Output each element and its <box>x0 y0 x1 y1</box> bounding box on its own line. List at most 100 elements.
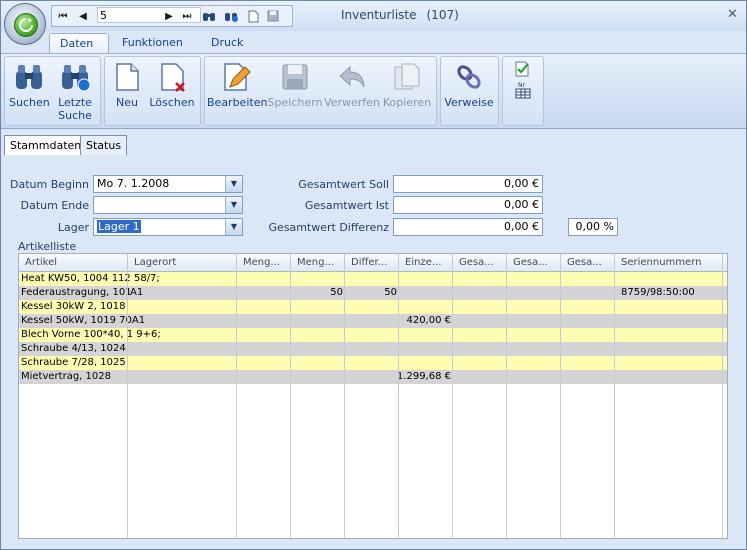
chevron-down-icon[interactable]: ▼ <box>225 176 242 192</box>
binoculars-icon[interactable] <box>202 8 216 24</box>
table-row[interactable]: Schraube 7/28, 1025 <box>19 356 727 370</box>
last-search-label-1: Letzte <box>58 96 92 109</box>
column-divider <box>614 271 615 538</box>
last-record-button[interactable]: ⏭ <box>180 8 194 24</box>
col-gesamt-2[interactable]: Gesa... <box>507 254 561 271</box>
table-row[interactable]: Kessel 50kW, 1019 70A1 420,00 € <box>19 314 727 328</box>
datum-ende-field[interactable]: ▼ <box>93 196 243 214</box>
search-button[interactable]: Suchen <box>9 61 50 109</box>
column-divider <box>236 271 237 538</box>
save-button[interactable]: Speichern <box>267 61 323 109</box>
last-search-button[interactable]: Letzte Suche <box>55 61 95 122</box>
table-row[interactable]: Schraube 4/13, 1024 <box>19 342 727 356</box>
col-gesamt-1[interactable]: Gesa... <box>453 254 507 271</box>
differenz-label: Gesamtwert Differenz <box>268 221 389 234</box>
master-data-form: Datum Beginn Mo 7. 1.2008 ▼ Datum Ende ▼… <box>1 155 746 549</box>
tab-stammdaten[interactable]: Stammdaten <box>4 135 88 156</box>
cell-lagerort: A1 <box>130 287 144 298</box>
refresh-icon <box>14 13 38 37</box>
table-row[interactable]: Federaustragung, 101 A1 50 50 8759/98:50… <box>19 286 727 300</box>
table-row[interactable]: Blech Vorne 100*40, 1 9+6; <box>19 328 727 342</box>
column-divider <box>560 271 561 538</box>
first-record-button[interactable]: ⏮ <box>56 8 70 24</box>
table-row[interactable]: Kessel 30kW 2, 1018 <box>19 300 727 314</box>
new-document-icon[interactable] <box>246 8 260 24</box>
ist-label: Gesamtwert Ist <box>304 199 389 212</box>
edit-button[interactable]: Bearbeiten <box>207 61 268 109</box>
binoculars-icon <box>16 65 42 89</box>
col-menge-1[interactable]: Meng... <box>237 254 291 271</box>
soll-label: Gesamtwert Soll <box>298 178 389 191</box>
col-seriennummern[interactable]: Seriennummern <box>615 254 723 271</box>
column-divider <box>344 271 345 538</box>
ribbon: Suchen Letzte Suche Neu Löschen Bearbeit… <box>1 53 746 129</box>
datum-beginn-label: Datum Beginn <box>9 178 89 191</box>
copy-icon <box>394 63 420 90</box>
chain-link-icon <box>457 65 481 89</box>
delete-label: Löschen <box>149 96 195 109</box>
record-count: (107) <box>426 8 459 22</box>
next-record-button-glyph[interactable]: ▶ <box>162 8 176 24</box>
tab-daten[interactable]: Daten <box>49 33 109 54</box>
table-row[interactable]: Heat KW50, 1004 112 58/7; <box>19 272 727 286</box>
close-icon[interactable]: ✕ <box>727 7 738 22</box>
datum-ende-label: Datum Ende <box>20 199 89 212</box>
group-extra: Nr <box>502 56 544 126</box>
grid-header: Artikel Lagerort Meng... Meng... Differ.… <box>19 254 727 272</box>
col-menge-2[interactable]: Meng... <box>291 254 345 271</box>
binoculars-recent-icon <box>62 65 91 92</box>
title-text: Inventurliste <box>341 8 417 22</box>
differenz-field[interactable]: 0,00 € <box>393 218 543 236</box>
col-einzelpreis[interactable]: Einze... <box>399 254 453 271</box>
new-label: Neu <box>116 96 138 109</box>
edit-document-icon <box>224 63 251 91</box>
datum-beginn-field[interactable]: Mo 7. 1.2008 ▼ <box>93 175 243 193</box>
discard-button[interactable]: Verwerfen <box>324 61 380 109</box>
record-tabs: Stammdaten Status <box>1 133 746 156</box>
differenz-percent-field[interactable]: 0,00 % <box>568 218 618 236</box>
column-divider <box>506 271 507 538</box>
column-divider <box>398 271 399 538</box>
references-button[interactable]: Verweise <box>443 61 495 109</box>
delete-button[interactable]: Löschen <box>149 61 195 109</box>
ist-field[interactable]: 0,00 € <box>393 196 543 214</box>
copy-button[interactable]: Kopieren <box>382 61 432 109</box>
title-bar: ⏮ ◀ 5 ▶ ⏭ Inventurliste (107) ✕ <box>1 1 746 31</box>
numbered-table-button[interactable]: Nr <box>513 81 533 102</box>
tab-status[interactable]: Status <box>80 135 128 155</box>
col-differenz[interactable]: Differ... <box>345 254 399 271</box>
search-label: Suchen <box>9 96 50 109</box>
col-artikel[interactable]: Artikel <box>19 254 128 271</box>
cell-seriennummern: 8759/98:50:00 <box>621 287 695 298</box>
edit-label: Bearbeiten <box>207 96 268 109</box>
new-document-icon <box>116 63 139 91</box>
app-menu-button[interactable] <box>4 3 46 45</box>
chevron-down-icon[interactable]: ▼ <box>225 219 242 235</box>
discard-label: Verwerfen <box>324 96 380 109</box>
tab-druck[interactable]: Druck <box>201 33 253 53</box>
binoculars-recent-icon[interactable] <box>224 8 238 24</box>
save-disk-icon[interactable] <box>266 8 280 24</box>
group-edit: Bearbeiten Speichern Verwerfen Kopieren <box>204 56 437 126</box>
table-row[interactable]: Mietvertrag, 1028 1.299,68 € <box>19 370 727 384</box>
check-document-button[interactable] <box>513 61 533 80</box>
chevron-down-icon[interactable]: ▼ <box>225 197 242 213</box>
window-title: Inventurliste (107) <box>341 8 459 22</box>
save-label: Speichern <box>267 96 323 109</box>
datum-beginn-value: Mo 7. 1.2008 <box>97 177 170 190</box>
col-lagerort[interactable]: Lagerort <box>128 254 237 271</box>
soll-field[interactable]: 0,00 € <box>393 175 543 193</box>
artikelliste-label: Artikelliste <box>18 240 77 253</box>
prev-record-button[interactable]: ◀ <box>76 8 90 24</box>
new-button[interactable]: Neu <box>111 61 143 109</box>
app-window: ⏮ ◀ 5 ▶ ⏭ Inventurliste (107) ✕ Daten Fu… <box>0 0 747 550</box>
check-document-icon <box>515 61 529 77</box>
lager-select[interactable]: Lager 1 ▼ <box>93 218 243 236</box>
tab-funktionen[interactable]: Funktionen <box>112 33 193 53</box>
svg-text:Nr: Nr <box>518 82 525 89</box>
col-gesamt-3[interactable]: Gesa... <box>561 254 615 271</box>
record-navigator: ⏮ ◀ 5 ▶ ⏭ <box>51 5 293 27</box>
group-verweise: Verweise <box>440 56 499 126</box>
numbered-table-icon: Nr <box>515 82 531 99</box>
article-grid: Artikel Lagerort Meng... Meng... Differ.… <box>18 253 728 539</box>
